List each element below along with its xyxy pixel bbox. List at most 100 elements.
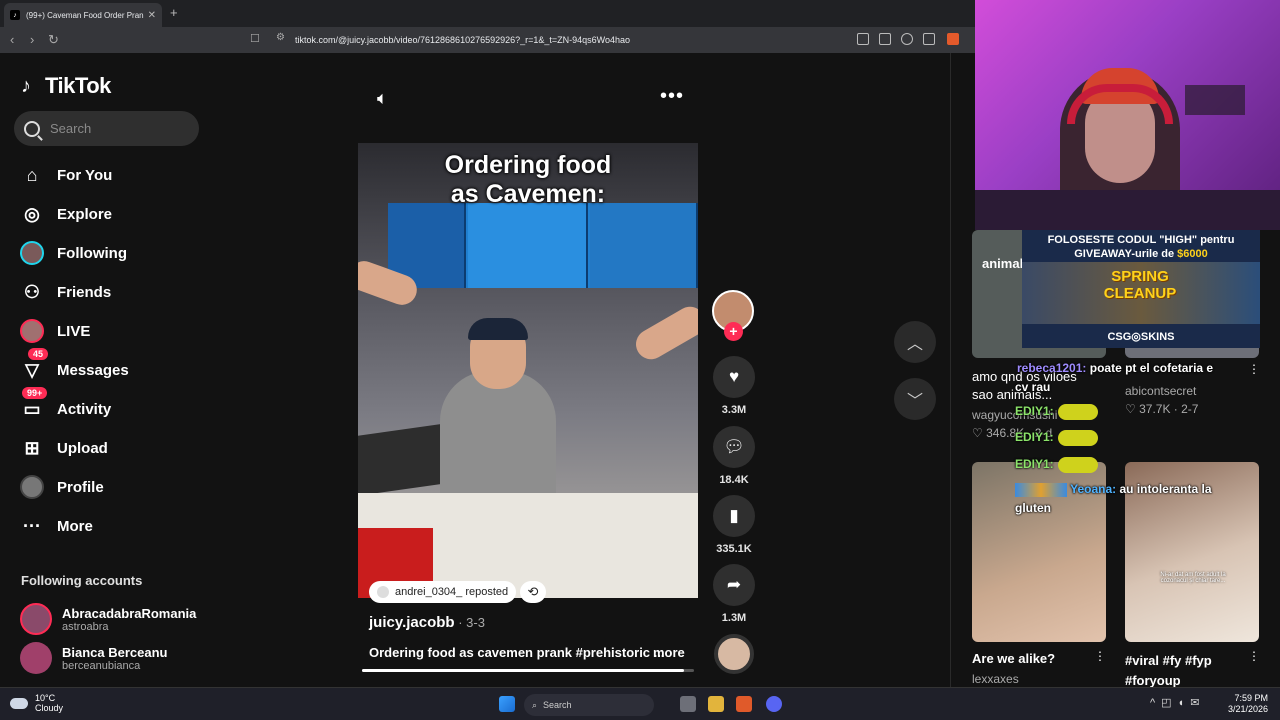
- site-info-icon[interactable]: ⚙: [276, 32, 285, 43]
- repost-icon[interactable]: ⟲: [520, 581, 546, 603]
- nav-label: For You: [57, 166, 113, 184]
- home-icon: ⌂: [26, 164, 38, 185]
- more-link[interactable]: more: [653, 645, 685, 660]
- tiktok-logo[interactable]: ♪ TikTok: [21, 73, 111, 99]
- nav-more[interactable]: ··· More: [20, 514, 93, 538]
- kebab-menu-icon[interactable]: ⋮: [1248, 362, 1260, 376]
- new-tab-button[interactable]: +: [170, 5, 178, 20]
- taskbar-search[interactable]: ⌕ Search: [524, 694, 654, 716]
- clock-date: 3/21/2026: [1227, 704, 1268, 714]
- zoom-icon[interactable]: [901, 33, 913, 45]
- account-username: astroabra: [62, 620, 109, 633]
- brave-shield-icon[interactable]: [947, 33, 959, 45]
- cast-icon[interactable]: [879, 33, 891, 45]
- comment-count: 18.4K: [719, 474, 749, 486]
- avatar: [20, 642, 52, 674]
- friends-icon: ⚇: [23, 281, 41, 302]
- promo-title: SPRING CLEANUP: [1103, 268, 1177, 302]
- avatar: [377, 586, 389, 598]
- task-view-icon[interactable]: [680, 696, 696, 712]
- chat-line: cv rau: [1015, 380, 1051, 394]
- share-button[interactable]: ➦ 1.3M: [712, 564, 756, 624]
- address-bar: ‹ › ↻ ☐ ⚙ tiktok.com/@juicy.jacobb/video…: [0, 27, 975, 53]
- chat-line: EDIY1:: [1015, 404, 1098, 420]
- recommended-author[interactable]: lexxaxes: [972, 672, 1019, 686]
- chat-line: EDIY1:: [1015, 457, 1098, 473]
- upload-icon: ⊞: [24, 437, 40, 458]
- recommended-author[interactable]: abicontsecret: [1125, 384, 1196, 398]
- heart-icon: ♥: [713, 356, 755, 398]
- recommended-title[interactable]: Are we alike?: [972, 651, 1055, 666]
- forward-icon[interactable]: ›: [30, 32, 34, 47]
- share-arrow-icon: ➦: [713, 564, 755, 606]
- chevron-down-icon: ﹀: [906, 393, 923, 410]
- following-account-item[interactable]: AbracadabraRomania astroabra: [20, 603, 196, 635]
- nav-activity[interactable]: ▭ 99+ Activity: [20, 387, 112, 421]
- search-input[interactable]: Search: [14, 111, 199, 146]
- progress-fill: [362, 669, 685, 672]
- url-field[interactable]: tiktok.com/@juicy.jacobb/video/761286861…: [295, 35, 630, 45]
- back-icon[interactable]: ‹: [10, 32, 14, 47]
- system-tray[interactable]: ^◰◖✉: [1150, 696, 1205, 709]
- following-account-item[interactable]: Bianca Berceanu berceanubianca: [20, 642, 168, 674]
- menu-board-image: [388, 203, 698, 288]
- video-progress-bar[interactable]: [362, 669, 694, 672]
- caption-line: as Cavemen:: [450, 180, 606, 208]
- video-author[interactable]: juicy.jacobb · 3-3: [369, 614, 485, 631]
- close-tab-icon[interactable]: ✕: [148, 10, 156, 21]
- browser-tab[interactable]: ♪ (99+) Caveman Food Order Prank ✕: [4, 3, 162, 27]
- kebab-menu-icon[interactable]: ⋮: [1094, 649, 1106, 663]
- worker-cap: [468, 318, 528, 340]
- share-count: 1.3M: [721, 612, 747, 624]
- search-icon: ⌕: [532, 699, 538, 710]
- nav-live[interactable]: LIVE: [20, 319, 90, 343]
- brave-browser-icon[interactable]: [736, 696, 752, 712]
- reader-icon[interactable]: [857, 33, 869, 45]
- nav-for-you[interactable]: ⌂ For You: [20, 163, 113, 187]
- nav-label: Upload: [57, 439, 108, 457]
- nav-profile[interactable]: Profile: [20, 475, 104, 499]
- sound-disc[interactable]: [714, 634, 754, 674]
- nav-label: Activity: [57, 400, 112, 418]
- taskbar-clock[interactable]: 7:59 PM 3/21/2026: [1224, 693, 1268, 715]
- nav-explore[interactable]: ◎ Explore: [20, 202, 112, 226]
- previous-video-button[interactable]: ︿: [894, 321, 936, 363]
- thumbnail-overlay-text: Ni-ar dat am fost adult la cozonacul și …: [1160, 572, 1226, 584]
- promo-brand: CSG◎SKINS: [1107, 331, 1175, 343]
- account-name: AbracadabraRomania: [62, 605, 197, 621]
- video-caption: Ordering food as Cavemen:: [358, 151, 698, 209]
- volume-icon[interactable]: 🔈︎: [377, 88, 388, 109]
- windows-start-icon[interactable]: [499, 696, 515, 712]
- thumbnail-overlay-text: animal: [982, 256, 1024, 271]
- nav-upload[interactable]: ⊞ Upload: [20, 436, 108, 460]
- tiktok-favicon-icon: ♪: [10, 10, 20, 20]
- divider: [950, 53, 951, 687]
- nav-label: Explore: [57, 205, 113, 223]
- recommended-title[interactable]: #viral #fy #fyp #foryoup: [1125, 651, 1212, 691]
- kebab-menu-icon[interactable]: ⋮: [1248, 649, 1260, 663]
- search-placeholder: Search: [50, 121, 92, 136]
- bookmark-icon[interactable]: ☐: [250, 32, 260, 45]
- nav-friends[interactable]: ⚇ Friends: [20, 280, 111, 304]
- video-options-icon[interactable]: •••: [660, 85, 684, 108]
- emote-icon: [1057, 457, 1098, 473]
- next-video-button[interactable]: ﹀: [894, 378, 936, 420]
- weather-widget[interactable]: 10°C Cloudy: [10, 693, 63, 713]
- clock-time: 7:59 PM: [1234, 693, 1268, 703]
- temperature: 10°C: [35, 693, 56, 703]
- video-player[interactable]: Ordering food as Cavemen:: [358, 143, 698, 598]
- nav-following[interactable]: Following: [20, 241, 127, 265]
- comment-button[interactable]: 💬︎ 18.4K: [712, 426, 756, 486]
- nav-label: Friends: [57, 283, 112, 301]
- reposted-badge[interactable]: andrei_0304_ reposted: [369, 581, 517, 603]
- reload-icon[interactable]: ↻: [48, 32, 59, 48]
- discord-icon[interactable]: [766, 696, 782, 712]
- file-explorer-icon[interactable]: [708, 696, 724, 712]
- like-button[interactable]: ♥ 3.3M: [712, 356, 756, 416]
- chat-line: EDIY1:: [1015, 430, 1098, 446]
- nav-messages[interactable]: ▽ 45 Messages: [20, 348, 129, 382]
- follow-plus-icon[interactable]: +: [724, 322, 743, 341]
- save-button[interactable]: ▮ 335.1K: [712, 495, 756, 555]
- share-icon[interactable]: [923, 33, 935, 45]
- bookmark-icon: ▮: [713, 495, 755, 537]
